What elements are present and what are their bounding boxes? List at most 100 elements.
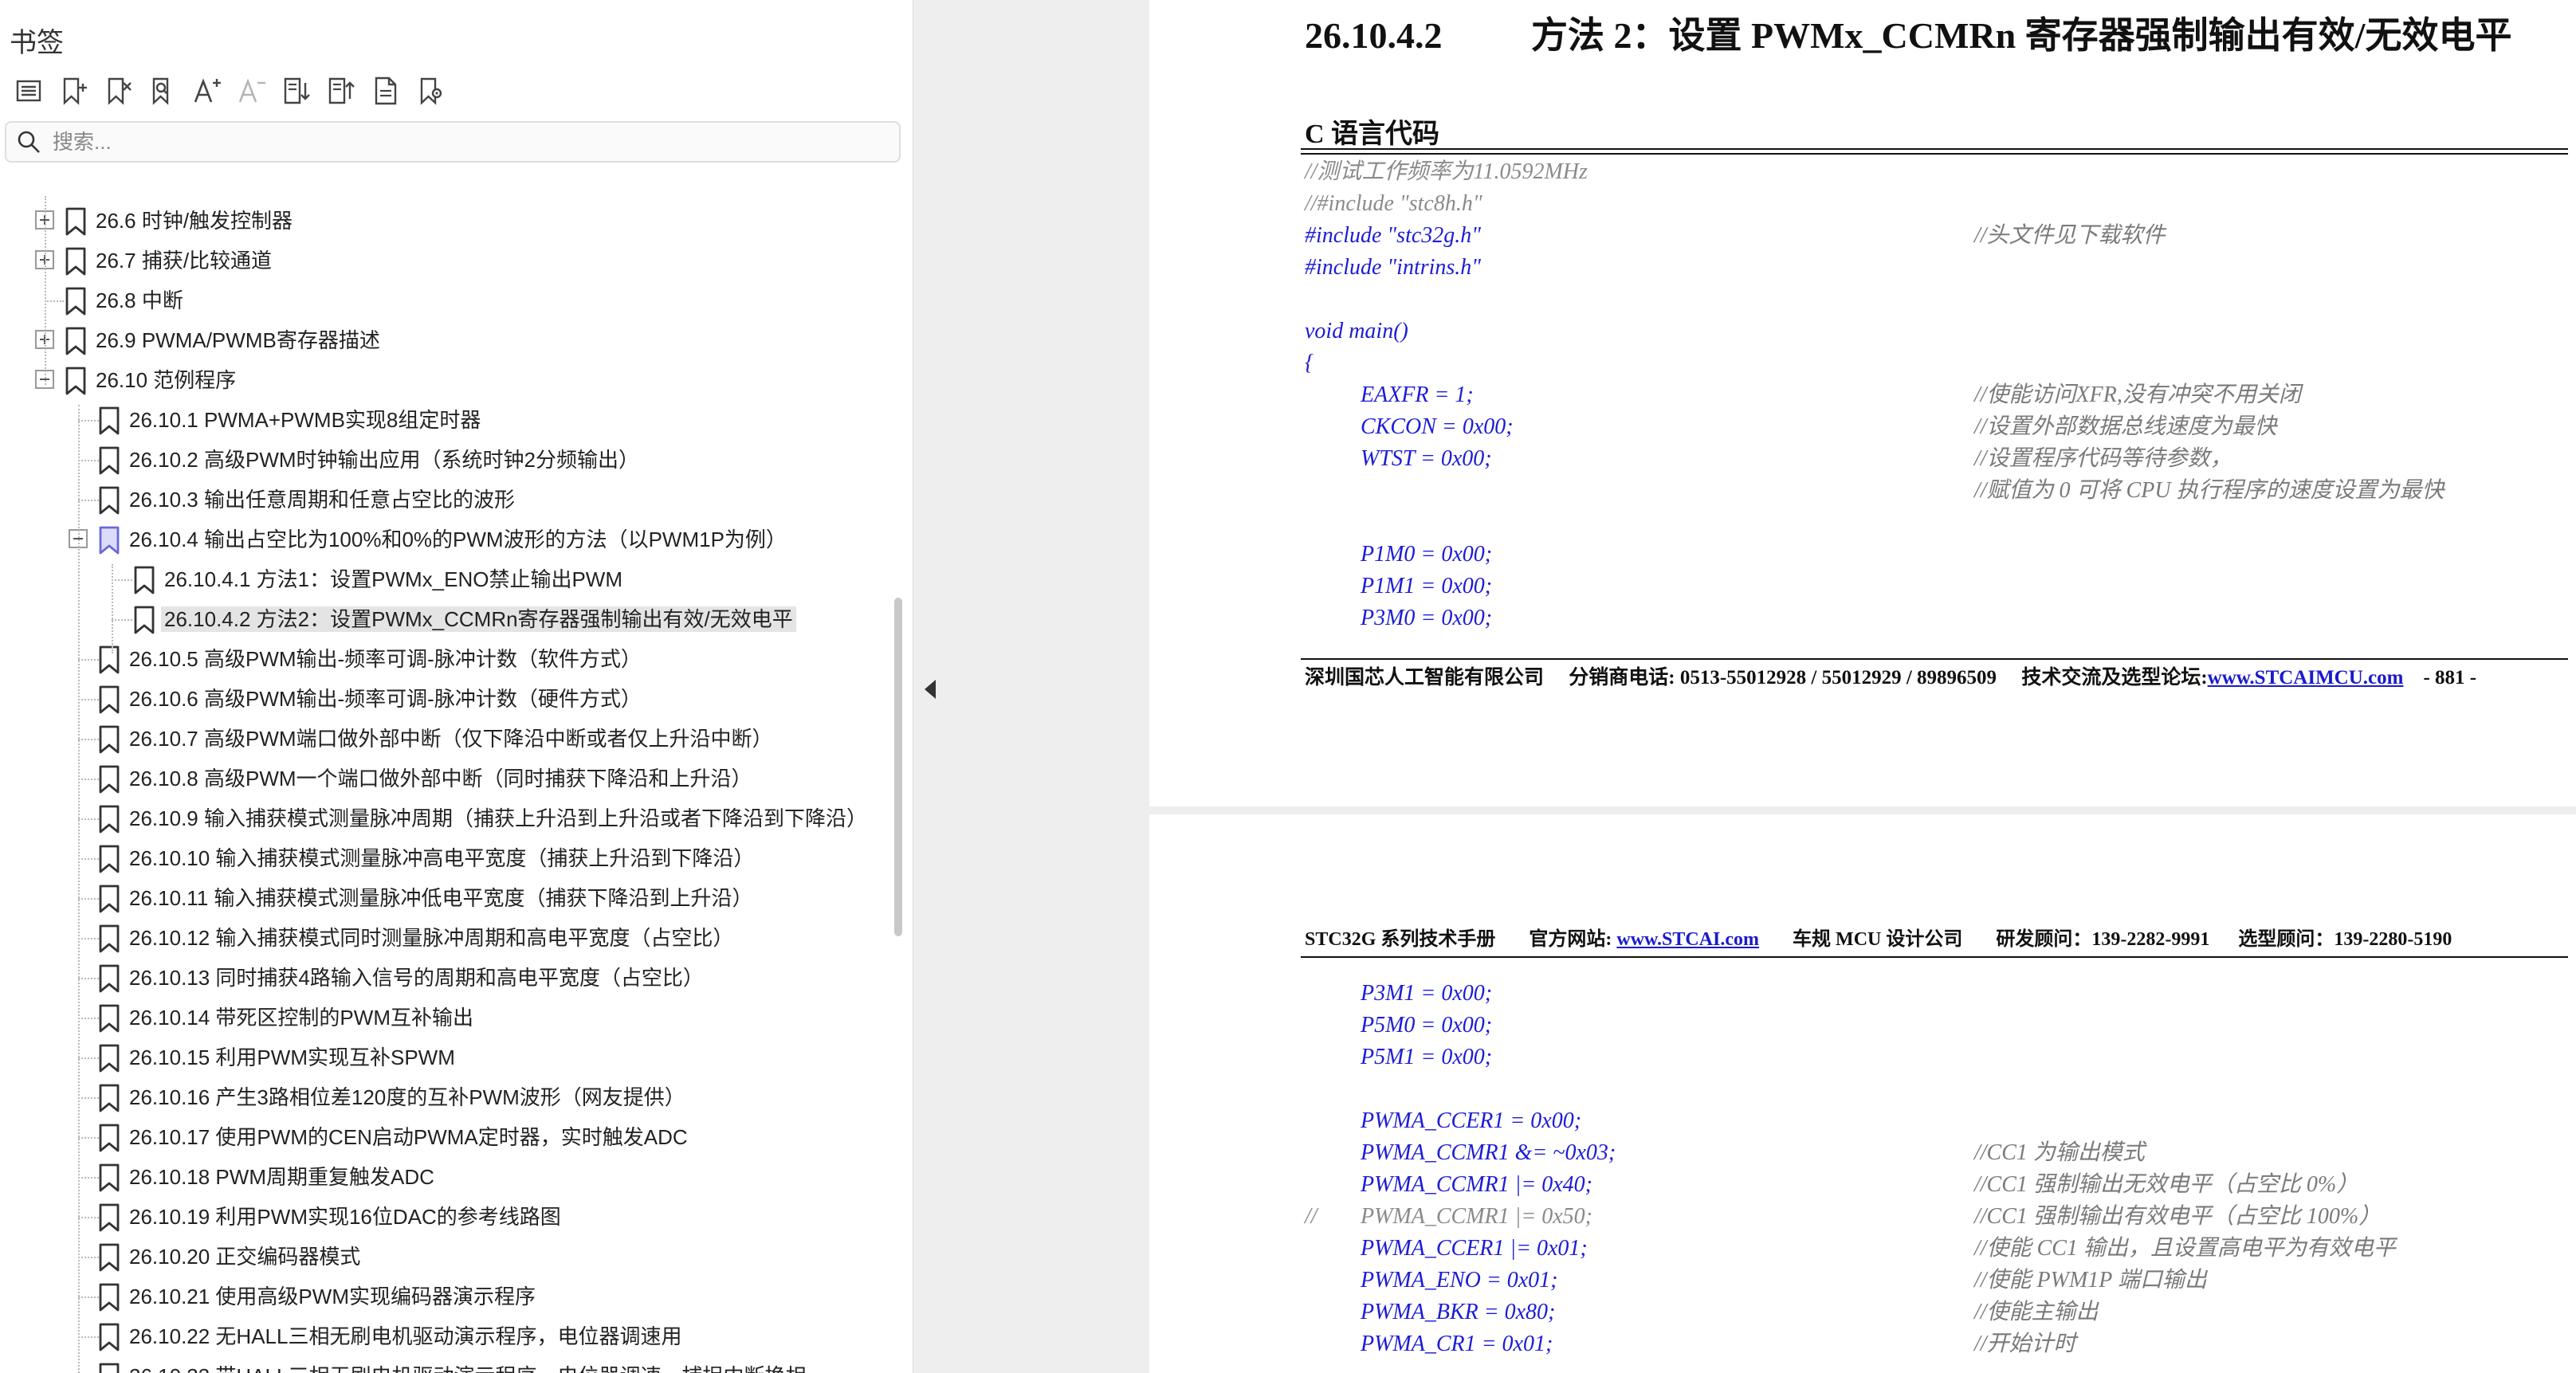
bookmark-item[interactable]: 26.10.1 PWMA+PWMB实现8组定时器 xyxy=(0,400,885,440)
bookmark-item[interactable]: 26.10.23 带HALL三相无刷电机驱动演示程序，电位器调速，捕捉中断换相 xyxy=(0,1356,885,1373)
bookmark-item[interactable]: 26.10.21 使用高级PWM实现编码器演示程序 xyxy=(0,1277,885,1316)
tree-scrollbar[interactable] xyxy=(894,598,902,936)
tree-guide-line xyxy=(78,1018,99,1019)
bookmark-icon xyxy=(64,286,88,316)
code-line: void main() xyxy=(1305,319,1408,343)
bookmark-label: 26.8 中断 xyxy=(96,288,183,312)
collapse-all-icon[interactable] xyxy=(319,70,363,112)
search-box[interactable] xyxy=(5,121,901,163)
header-site-link[interactable]: www.STCAI.com xyxy=(1616,929,1759,950)
bookmark-icon xyxy=(64,246,88,277)
bookmark-item[interactable]: 26.10.4.1 方法1：设置PWMx_ENO禁止输出PWM xyxy=(0,559,885,599)
bookmark-icon xyxy=(97,963,121,994)
bookmark-label: 26.10.3 输出任意周期和任意占空比的波形 xyxy=(129,488,515,512)
bookmark-item[interactable]: 26.7 捕获/比较通道 xyxy=(0,241,885,280)
tree-guide-line xyxy=(78,1177,99,1179)
bookmark-label: 26.10.22 无HALL三相无刷电机驱动演示程序，电位器调速用 xyxy=(129,1324,682,1348)
delete-bookmark-icon[interactable] xyxy=(96,70,140,112)
code-line: PWMA_CCMR1 |= 0x50; xyxy=(1361,1204,1592,1229)
bookmark-item[interactable]: 26.10.14 带死区控制的PWM互补输出 xyxy=(0,998,885,1038)
bookmark-settings-icon[interactable] xyxy=(408,70,453,112)
divider xyxy=(1301,148,2568,150)
header-site-label: 官方网站: xyxy=(1529,929,1612,950)
page-icon[interactable] xyxy=(363,70,408,112)
divider xyxy=(1301,956,2568,958)
search-input[interactable] xyxy=(53,129,850,155)
bookmark-label: 26.10.4.2 方法2：设置PWMx_CCMRn寄存器强制输出有效/无效电平 xyxy=(161,606,796,632)
bookmark-label: 26.10.10 输入捕获模式测量脉冲高电平宽度（捕获上升沿到下降沿） xyxy=(129,846,755,870)
code-line: PWMA_CR1 = 0x01; xyxy=(1361,1332,1553,1356)
bookmark-label: 26.10.16 产生3路相位差120度的互补PWM波形（网友提供） xyxy=(129,1085,685,1109)
bookmark-icon xyxy=(97,1123,121,1153)
bookmark-icon xyxy=(97,406,121,436)
bookmark-label: 26.7 捕获/比较通道 xyxy=(96,249,273,273)
bookmark-icon xyxy=(64,326,88,356)
bookmark-item[interactable]: 26.10.8 高级PWM一个端口做外部中断（同时捕获下降沿和上升沿） xyxy=(0,759,885,798)
bookmark-item[interactable]: 26.10.10 输入捕获模式测量脉冲高电平宽度（捕获上升沿到下降沿） xyxy=(0,838,885,878)
bookmark-item[interactable]: 26.10.3 输出任意周期和任意占空比的波形 xyxy=(0,480,885,520)
bookmark-icon xyxy=(132,605,156,635)
code-comment: //使能 PWM1P 端口输出 xyxy=(1974,1268,2207,1293)
bookmark-item[interactable]: 26.10.13 同时捕获4路输入信号的周期和高电平宽度（占空比） xyxy=(0,958,885,998)
bookmark-item[interactable]: 26.10.15 利用PWM实现互补SPWM xyxy=(0,1038,885,1077)
page-number: - 881 - xyxy=(2423,667,2477,688)
bookmark-item[interactable]: 26.8 中断 xyxy=(0,280,885,320)
bookmark-icon xyxy=(64,366,88,396)
bookmark-label: 26.10.17 使用PWM的CEN启动PWMA定时器，实时触发ADC xyxy=(129,1125,688,1149)
code-comment: //设置外部数据总线速度为最快 xyxy=(1974,414,2277,439)
code-line: { xyxy=(1305,351,1314,375)
bookmark-label: 26.10.8 高级PWM一个端口做外部中断（同时捕获下降沿和上升沿） xyxy=(129,767,752,790)
bookmark-item[interactable]: 26.10.19 利用PWM实现16位DAC的参考线路图 xyxy=(0,1197,885,1237)
bookmark-icon xyxy=(97,764,121,794)
list-icon[interactable] xyxy=(6,70,51,112)
bookmark-item[interactable]: 26.10.4.2 方法2：设置PWMx_CCMRn寄存器强制输出有效/无效电平 xyxy=(0,599,885,639)
bookmark-icon xyxy=(97,645,121,675)
panel-title: 书签 xyxy=(10,28,64,58)
bookmark-item[interactable]: 26.10.2 高级PWM时钟输出应用（系统时钟2分频输出） xyxy=(0,440,885,480)
code-line: P1M0 = 0x00; xyxy=(1361,542,1493,567)
expand-all-icon[interactable] xyxy=(274,70,319,112)
bookmark-item[interactable]: 26.10.7 高级PWM端口做外部中断（仅下降沿中断或者仅上升沿中断） xyxy=(0,719,885,759)
tree-guide-line xyxy=(45,300,64,302)
bookmark-icon xyxy=(97,804,121,834)
bookmark-item[interactable]: 26.10 范例程序 xyxy=(0,360,885,400)
bookmark-item[interactable]: 26.10.18 PWM周期重复触发ADC xyxy=(0,1157,885,1197)
bookmark-icon xyxy=(97,1322,121,1352)
font-smaller-icon[interactable] xyxy=(230,70,274,112)
bookmark-item[interactable]: 26.10.12 输入捕获模式同时测量脉冲周期和高电平宽度（占空比） xyxy=(0,918,885,958)
code-line: WTST = 0x00; xyxy=(1361,446,1492,471)
bookmark-icon xyxy=(97,525,121,555)
font-larger-icon[interactable] xyxy=(185,70,230,112)
code-line: P1M1 = 0x00; xyxy=(1361,574,1493,598)
section-heading: 26.10.4.2 方法 2：设置 PWMx_CCMRn 寄存器强制输出有效/无效… xyxy=(1305,6,2511,59)
collapse-panel-button[interactable] xyxy=(918,669,942,709)
tree-guide-line xyxy=(78,460,99,461)
bookmark-item[interactable]: 26.6 时钟/触发控制器 xyxy=(0,201,885,241)
page-header: STC32G 系列技术手册 官方网站: www.STCAI.com 车规 MCU… xyxy=(1305,926,2452,953)
tree-guide-line xyxy=(78,779,99,780)
bookmark-item[interactable]: 26.10.22 无HALL三相无刷电机驱动演示程序，电位器调速用 xyxy=(0,1316,885,1356)
bookmark-item[interactable]: 26.10.11 输入捕获模式测量脉冲低电平宽度（捕获下降沿到上升沿） xyxy=(0,878,885,918)
bookmark-icon xyxy=(97,924,121,954)
tree-guide-line xyxy=(78,818,99,820)
tree-guide-line xyxy=(45,196,46,385)
bookmark-item[interactable]: 26.10.5 高级PWM输出-频率可调-脉冲计数（软件方式） xyxy=(0,639,885,679)
bookmark-item[interactable]: 26.10.17 使用PWM的CEN启动PWMA定时器，实时触发ADC xyxy=(0,1117,885,1157)
footer-link[interactable]: www.STCAIMCU.com xyxy=(2208,667,2404,688)
tree-guide-line xyxy=(78,405,80,1373)
code-line: PWMA_CCMR1 &= ~0x03; xyxy=(1361,1140,1616,1165)
bookmark-item[interactable]: 26.10.20 正交编码器模式 xyxy=(0,1237,885,1277)
bookmark-item[interactable]: 26.10.9 输入捕获模式测量脉冲周期（捕获上升沿到上升沿或者下降沿到下降沿） xyxy=(0,798,885,838)
bookmark-item[interactable]: 26.9 PWMA/PWMB寄存器描述 xyxy=(0,320,885,360)
bookmark-label: 26.10.4 输出占空比为100%和0%的PWM波形的方法（以PWM1P为例） xyxy=(129,528,787,551)
bookmark-item[interactable]: 26.10.4 输出占空比为100%和0%的PWM波形的方法（以PWM1P为例） xyxy=(0,520,885,559)
add-bookmark-icon[interactable] xyxy=(51,70,96,112)
tree-guide-line xyxy=(78,938,99,940)
bookmark-item[interactable]: 26.10.6 高级PWM输出-频率可调-脉冲计数（硬件方式） xyxy=(0,679,885,719)
bookmark-icon xyxy=(97,724,121,755)
code-line: P3M1 = 0x00; xyxy=(1361,981,1493,1006)
code-comment: //CC1 强制输出有效电平（占空比 100%） xyxy=(1974,1204,2382,1229)
find-bookmark-icon[interactable] xyxy=(140,70,185,112)
divider xyxy=(1301,658,2568,660)
bookmark-item[interactable]: 26.10.16 产生3路相位差120度的互补PWM波形（网友提供） xyxy=(0,1077,885,1117)
